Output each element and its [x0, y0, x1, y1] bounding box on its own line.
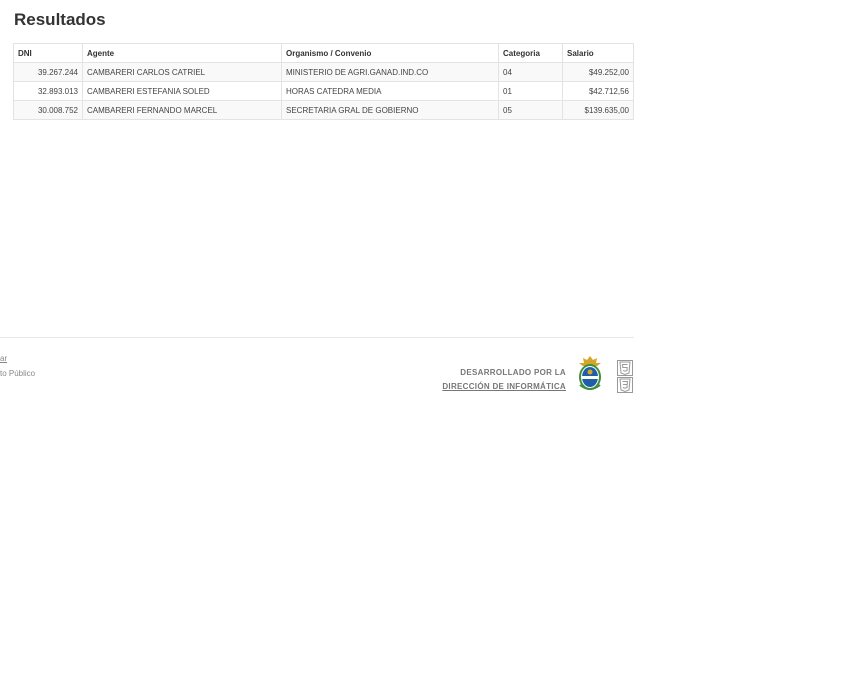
- cell-categoria: 05: [498, 100, 563, 120]
- cell-agente: CAMBARERI CARLOS CATRIEL: [82, 62, 282, 82]
- cell-dni: 32.893.013: [13, 81, 83, 101]
- column-header-salario[interactable]: Salario: [562, 43, 634, 63]
- cell-salario: $49.252,00: [562, 62, 634, 82]
- html5-icon: [617, 360, 633, 376]
- table-row: 32.893.013 CAMBARERI ESTEFANIA SOLED HOR…: [13, 81, 634, 101]
- developed-by-label: DESARROLLADO POR LA: [460, 368, 566, 377]
- cell-salario: $139.635,00: [562, 100, 634, 120]
- cell-organismo: SECRETARIA GRAL DE GOBIERNO: [281, 100, 499, 120]
- cell-dni: 39.267.244: [13, 62, 83, 82]
- cell-salario: $42.712,56: [562, 81, 634, 101]
- table-row: 30.008.752 CAMBARERI FERNANDO MARCEL SEC…: [13, 100, 634, 120]
- column-header-organismo[interactable]: Organismo / Convenio: [281, 43, 499, 63]
- cell-dni: 30.008.752: [13, 100, 83, 120]
- page-title: Resultados: [14, 10, 106, 29]
- cell-organismo: HORAS CATEDRA MEDIA: [281, 81, 499, 101]
- cell-organismo: MINISTERIO DE AGRI.GANAD.IND.CO: [281, 62, 499, 82]
- page: Resultados DNI Agente Organismo / Conven…: [0, 0, 862, 689]
- table-row: 39.267.244 CAMBARERI CARLOS CATRIEL MINI…: [13, 62, 634, 82]
- table-header-row: DNI Agente Organismo / Convenio Categori…: [13, 43, 634, 63]
- footer-divider: [0, 337, 634, 338]
- cell-categoria: 01: [498, 81, 563, 101]
- crest-icon: [579, 356, 601, 390]
- results-table: DNI Agente Organismo / Convenio Categori…: [13, 43, 634, 120]
- footer-left-text: to Público: [0, 369, 36, 378]
- developer-credit: DESARROLLADO POR LA DIRECCIÓN DE INFORMÁ…: [440, 366, 566, 394]
- column-header-agente[interactable]: Agente: [82, 43, 282, 63]
- column-header-categoria[interactable]: Categoria: [498, 43, 563, 63]
- footer-left-link[interactable]: ar: [0, 354, 7, 363]
- cell-agente: CAMBARERI ESTEFANIA SOLED: [82, 81, 282, 101]
- cell-agente: CAMBARERI FERNANDO MARCEL: [82, 100, 282, 120]
- developer-link[interactable]: DIRECCIÓN DE INFORMÁTICA: [440, 380, 566, 394]
- css3-icon: [617, 377, 633, 393]
- column-header-dni[interactable]: DNI: [13, 43, 83, 63]
- cell-categoria: 04: [498, 62, 563, 82]
